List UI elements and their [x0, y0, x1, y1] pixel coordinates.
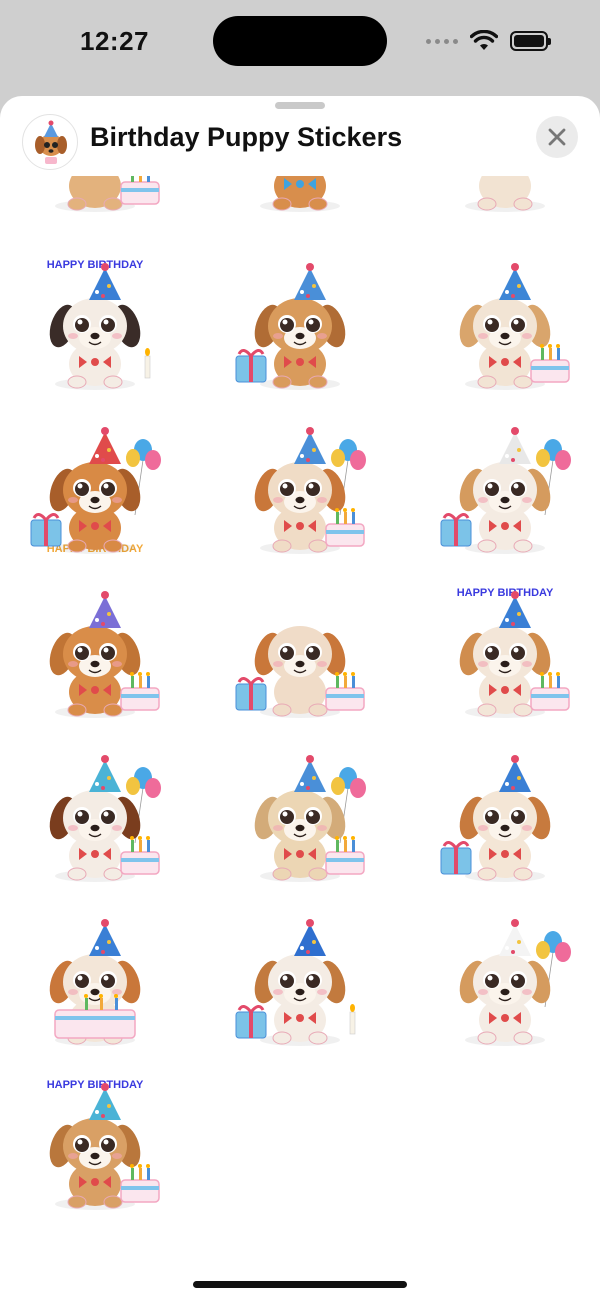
- status-icons: [426, 30, 551, 52]
- puppy-sticker-image: HAPPY BIRTHDAY: [47, 1079, 160, 1210]
- svg-text:HAPPY BIRTHDAY: HAPPY BIRTHDAY: [457, 587, 554, 599]
- wifi-icon: [470, 30, 498, 50]
- sticker-item[interactable]: [230, 584, 370, 724]
- puppy-sticker-image: [440, 427, 571, 554]
- puppy-sticker-image: HAPPY BIRTHDAY: [457, 587, 570, 718]
- puppy-sticker-image: [459, 919, 571, 1046]
- puppy-sticker-image: HAPPY BIRTHDAY: [30, 427, 161, 555]
- svg-text:HAPPY BIRTHDAY: HAPPY BIRTHDAY: [47, 259, 144, 271]
- sticker-item[interactable]: [435, 912, 575, 1052]
- sticker-item[interactable]: [230, 912, 370, 1052]
- sticker-item[interactable]: HAPPY BIRTHDAY: [25, 1076, 165, 1216]
- puppy-sticker-image: [49, 919, 141, 1046]
- puppy-sticker-image: [49, 755, 161, 882]
- status-time: 12:27: [80, 26, 149, 56]
- puppy-sticker-image: [465, 176, 545, 212]
- cellular-signal-icon: [426, 38, 458, 44]
- puppy-sticker-image: [235, 263, 346, 390]
- status-bar: 12:27: [0, 0, 600, 96]
- sticker-grid-viewport[interactable]: HAPPY BIRTHDAY HAPPY HAPPY BIRTHDAY HAPP…: [0, 176, 600, 1266]
- puppy-sticker-image: [254, 427, 366, 554]
- close-icon: [548, 128, 566, 146]
- sticker-item[interactable]: [230, 176, 370, 218]
- dynamic-island: [213, 16, 387, 66]
- sticker-item[interactable]: [435, 748, 575, 888]
- puppy-sticker-image: [49, 591, 160, 718]
- close-button[interactable]: [536, 116, 578, 158]
- sticker-item[interactable]: [435, 176, 575, 218]
- sticker-item[interactable]: HAPPY BIRTHDAY: [25, 256, 165, 396]
- sticker-item[interactable]: [230, 420, 370, 560]
- sticker-item[interactable]: [230, 748, 370, 888]
- sticker-item[interactable]: HAPPY BIRTHDAY: [25, 420, 165, 560]
- puppy-sticker-image: [254, 755, 366, 882]
- sticker-sheet: Birthday Puppy Stickers HAPPY BIRTHDAY H…: [0, 96, 600, 1300]
- sheet-title: Birthday Puppy Stickers: [90, 122, 403, 152]
- battery-icon: [510, 31, 551, 51]
- sheet-header: Birthday Puppy Stickers: [0, 110, 600, 176]
- app-icon: [22, 114, 78, 170]
- puppy-sticker-image: [260, 176, 340, 212]
- svg-text:HAPPY BIRTHDAY: HAPPY BIRTHDAY: [47, 1079, 144, 1091]
- puppy-sticker-image: [235, 919, 356, 1046]
- sticker-item[interactable]: HAPPY BIRTHDAY: [435, 584, 575, 724]
- puppy-sticker-image: [55, 176, 160, 212]
- sticker-item[interactable]: [435, 256, 575, 396]
- sticker-item[interactable]: [25, 748, 165, 888]
- sticker-item[interactable]: [25, 584, 165, 724]
- sticker-item[interactable]: [435, 420, 575, 560]
- puppy-sticker-image: [440, 755, 551, 882]
- sticker-item[interactable]: [230, 256, 370, 396]
- sheet-grabber[interactable]: [275, 102, 325, 109]
- puppy-sticker-image: [235, 626, 365, 718]
- home-indicator[interactable]: [193, 1281, 407, 1288]
- puppy-sticker-image: HAPPY BIRTHDAY: [47, 259, 151, 390]
- sticker-item[interactable]: [25, 176, 165, 218]
- puppy-sticker-image: [459, 263, 570, 390]
- sticker-item[interactable]: [25, 912, 165, 1052]
